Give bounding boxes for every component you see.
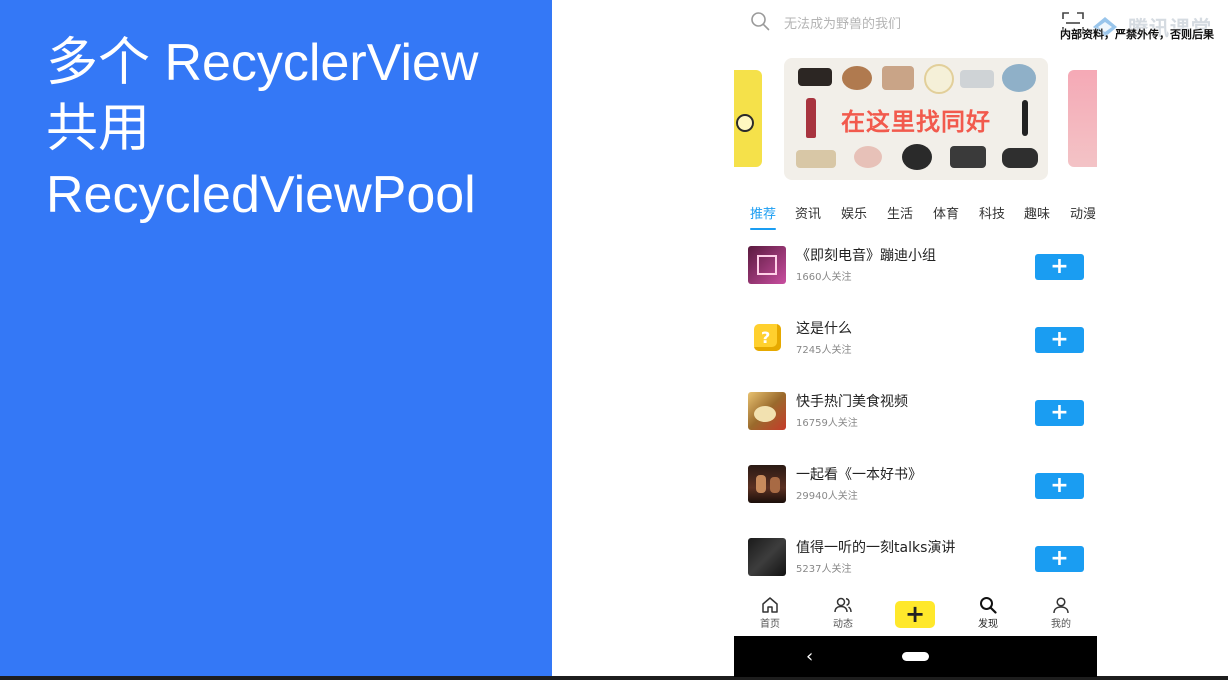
group-row[interactable]: 值得一听的一刻talks演讲 5237人关注 + [734,526,1097,598]
banner-item [1002,64,1036,92]
group-avatar: ? [748,319,786,357]
group-row[interactable]: 快手热门美食视频 16759人关注 + [734,380,1097,452]
nav-discover-label: 发现 [978,619,998,630]
search-placeholder[interactable]: 无法成为野兽的我们 [784,13,901,32]
banner-item [854,146,882,168]
banner-main[interactable]: 在这里找同好 [784,58,1048,180]
group-row[interactable]: 《即刻电音》蹦迪小组 1660人关注 + [734,234,1097,306]
banner-peek-right[interactable] [1068,70,1097,167]
system-nav-bar: ‹ [734,636,1097,677]
banner-item [1002,148,1038,168]
nav-home-label: 首页 [760,619,780,630]
person-icon [1053,597,1069,614]
tab-news[interactable]: 资讯 [795,203,821,222]
group-avatar [748,246,786,284]
category-tabs: 推荐 资讯 娱乐 生活 体育 科技 趣味 动漫 [734,198,1097,232]
group-avatar [748,392,786,430]
group-name: 一起看《一本好书》 [796,467,922,483]
group-followers: 5237人关注 [796,564,852,575]
system-back-button[interactable]: ‹ [806,646,813,667]
group-followers: 1660人关注 [796,272,852,283]
banner-item [798,68,832,86]
tab-tech[interactable]: 科技 [979,203,1005,222]
group-name: 值得一听的一刻talks演讲 [796,540,956,556]
watermark-notice: 内部资料，严禁外传，否则后果 [1060,28,1214,41]
slide-title: 多个 RecyclerView 共用 RecycledViewPool [46,30,478,228]
tab-entertainment[interactable]: 娱乐 [841,203,867,222]
banner-item [924,64,954,94]
follow-button[interactable]: + [1035,327,1084,353]
nav-activity-label: 动态 [833,619,853,630]
group-followers: 16759人关注 [796,418,858,429]
tab-recommend[interactable]: 推荐 [750,203,776,222]
group-name: 这是什么 [796,321,852,337]
slide-title-line-2: 共用 [46,100,151,158]
post-button[interactable]: + [895,601,935,628]
group-row[interactable]: ? 这是什么 7245人关注 + [734,307,1097,379]
banner-peek-graphic [736,114,754,132]
slide-title-line-3: RecycledViewPool [46,166,476,224]
slide-title-line-1: 多个 RecyclerView [46,34,479,92]
group-name: 快手热门美食视频 [796,394,908,410]
banner-item [950,146,986,168]
group-avatar [748,465,786,503]
tab-anime[interactable]: 动漫 [1070,203,1096,222]
search-bar[interactable]: 无法成为野兽的我们 [734,0,1097,44]
phone-screen: 无法成为野兽的我们 在这里找同好 推荐 资讯 娱乐 生活 体育 科技 趣味 动漫… [734,0,1097,677]
home-icon [762,597,778,613]
follow-button[interactable]: + [1035,473,1084,499]
group-avatar [748,538,786,576]
nav-discover[interactable]: 发现 [962,596,1014,636]
banner-item [796,150,836,168]
tab-life[interactable]: 生活 [887,203,913,222]
follow-button[interactable]: + [1035,254,1084,280]
follow-button[interactable]: + [1035,546,1084,572]
search-icon [751,12,770,31]
nav-me-label: 我的 [1051,619,1071,630]
banner-peek-left[interactable] [734,70,762,167]
tab-sports[interactable]: 体育 [933,203,959,222]
banner-slogan: 在这里找同好 [841,108,991,136]
group-followers: 29940人关注 [796,491,858,502]
banner-item [902,144,932,170]
nav-me[interactable]: 我的 [1035,596,1087,636]
group-followers: 7245人关注 [796,345,852,356]
group-row[interactable]: 一起看《一本好书》 29940人关注 + [734,453,1097,525]
tab-fun[interactable]: 趣味 [1024,203,1050,222]
bottom-nav: 首页 动态 + 发现 我的 [734,590,1097,636]
follow-button[interactable]: + [1035,400,1084,426]
banner-item [960,70,994,88]
nav-home[interactable]: 首页 [744,596,796,636]
banner-item [842,66,872,90]
banner-item [882,66,914,90]
nav-activity[interactable]: 动态 [817,596,869,636]
tab-active-indicator [750,228,776,230]
group-name: 《即刻电音》蹦迪小组 [796,248,936,264]
slide-panel: 多个 RecyclerView 共用 RecycledViewPool [0,0,552,677]
banner-carousel[interactable]: 在这里找同好 [734,58,1097,182]
search-icon [980,597,997,614]
people-icon [834,597,852,613]
system-home-pill[interactable] [902,652,929,661]
watermark: 腾讯课堂 内部资料，严禁外传，否则后果 [1058,10,1228,44]
